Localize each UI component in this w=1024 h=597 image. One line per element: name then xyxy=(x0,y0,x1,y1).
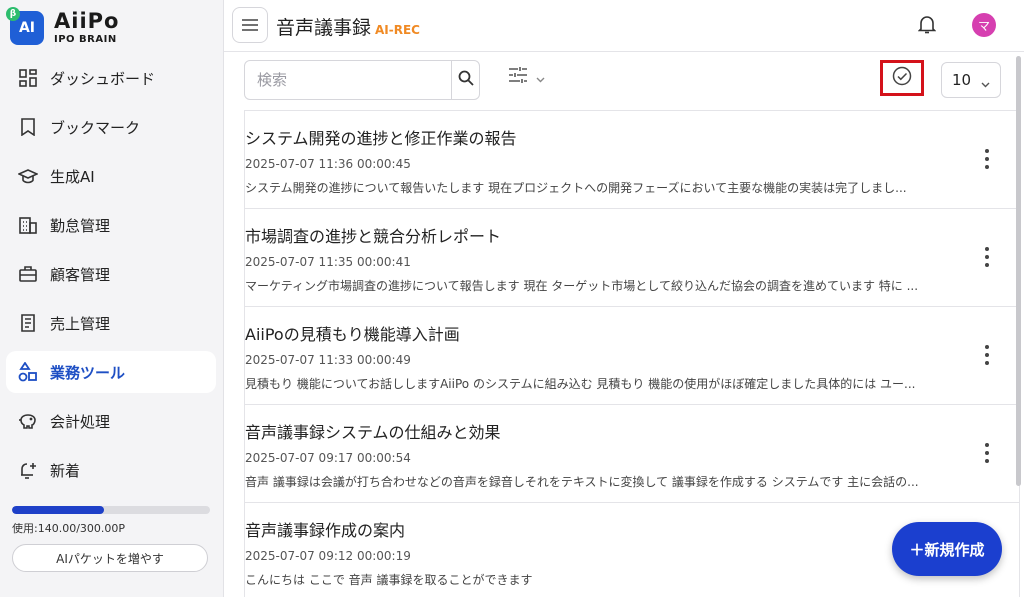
record-meta: 2025-07-07 11:35 00:00:41 xyxy=(245,255,411,269)
page-title: 音声議事録 AI-REC xyxy=(276,13,420,40)
sidebar-item-label: 勤怠管理 xyxy=(50,216,111,235)
dashboard-icon xyxy=(18,68,38,88)
sidebar-item-generative-ai[interactable]: 生成AI xyxy=(6,155,216,197)
record-list: システム開発の進捗と修正作業の報告 2025-07-07 11:36 00:00… xyxy=(244,110,1020,597)
sidebar-item-accounting[interactable]: 会計処理 xyxy=(6,400,216,442)
shapes-icon xyxy=(18,362,38,382)
record-summary: システム開発の進捗について報告いたします 現在プロジェクトへの開発フェーズにおい… xyxy=(245,181,907,195)
brand-sub: IPO BRAIN xyxy=(54,34,117,45)
graduation-cap-icon xyxy=(18,166,38,186)
sidebar-item-label: 会計処理 xyxy=(50,412,111,431)
top-header: 音声議事録 AI-REC マ xyxy=(224,0,1024,52)
logo-badge: β AI xyxy=(6,7,44,45)
menu-toggle-button[interactable] xyxy=(232,7,268,43)
hamburger-icon xyxy=(242,16,258,35)
more-options-icon[interactable] xyxy=(981,149,993,169)
search-box xyxy=(244,60,480,100)
record-meta: 2025-07-07 09:12 00:00:19 xyxy=(245,549,411,563)
notification-button[interactable] xyxy=(917,14,937,38)
chevron-down-icon xyxy=(981,74,990,92)
search-icon xyxy=(458,70,474,90)
list-scrollbar[interactable] xyxy=(1016,56,1022,597)
sidebar-item-label: 生成AI xyxy=(50,167,95,186)
record-meta: 2025-07-07 11:36 00:00:45 xyxy=(245,157,411,171)
search-button[interactable] xyxy=(451,61,479,99)
receipt-icon xyxy=(18,313,38,333)
sidebar-nav: ダッシュボード ブックマーク 生成AI 勤怠管理 顧客管理 売上管理 業務ツール… xyxy=(0,57,224,498)
sidebar: β AI AiiPo IPO BRAIN ダッシュボード ブックマーク 生成AI… xyxy=(0,0,224,597)
page-title-text: 音声議事録 xyxy=(276,17,372,39)
list-item[interactable]: システム開発の進捗と修正作業の報告 2025-07-07 11:36 00:00… xyxy=(245,111,1019,209)
record-meta: 2025-07-07 09:17 00:00:54 xyxy=(245,451,411,465)
select-mode-button[interactable] xyxy=(880,60,924,96)
usage-progress-bar xyxy=(12,506,210,514)
list-item[interactable]: 市場調査の進捗と競合分析レポート 2025-07-07 11:35 00:00:… xyxy=(245,209,1019,307)
sparkle-bell-icon xyxy=(18,460,38,480)
user-avatar[interactable]: マ xyxy=(972,13,996,37)
sidebar-item-label: 業務ツール xyxy=(50,363,126,382)
per-page-value: 10 xyxy=(952,71,972,89)
sidebar-item-dashboard[interactable]: ダッシュボード xyxy=(6,57,216,99)
list-item-content: システム開発の進捗と修正作業の報告 2025-07-07 11:36 00:00… xyxy=(245,125,955,196)
sidebar-item-label: 新着 xyxy=(50,461,81,480)
usage-panel: 使用:140.00/300.00P AIパケットを増やす xyxy=(12,506,210,572)
check-circle-icon xyxy=(892,66,912,90)
record-summary: マーケティング市場調査の進捗について報告します 現在 ターゲット市場として絞り込… xyxy=(245,279,919,293)
piggy-bank-icon xyxy=(18,411,38,431)
logo-badge-text: AI xyxy=(18,20,36,36)
logo[interactable]: β AI AiiPo IPO BRAIN xyxy=(6,7,119,48)
record-title: 市場調査の進捗と競合分析レポート xyxy=(245,227,502,246)
sidebar-item-label: ブックマーク xyxy=(50,118,141,137)
filter-button[interactable] xyxy=(508,66,545,88)
record-title: 音声議事録システムの仕組みと効果 xyxy=(245,423,501,442)
sidebar-item-label: 顧客管理 xyxy=(50,265,111,284)
bookmark-icon xyxy=(18,117,38,137)
list-item-content: 音声議事録作成の案内 2025-07-07 09:12 00:00:19 こんに… xyxy=(245,517,955,588)
sidebar-item-business-tools[interactable]: 業務ツール xyxy=(6,351,216,393)
page-title-tag: AI-REC xyxy=(375,23,420,37)
beta-badge: β xyxy=(6,7,20,21)
sidebar-item-news[interactable]: 新着 xyxy=(6,449,216,491)
logo-text: AiiPo IPO BRAIN xyxy=(54,11,119,45)
record-summary: こんにちは ここで 音声 議事録を取ることができます xyxy=(245,573,533,587)
more-options-icon[interactable] xyxy=(981,247,993,267)
briefcase-icon xyxy=(18,264,38,284)
record-title: システム開発の進捗と修正作業の報告 xyxy=(245,129,517,148)
list-item-content: AiiPoの見積もり機能導入計画 2025-07-07 11:33 00:00:… xyxy=(245,321,955,392)
scrollbar-thumb[interactable] xyxy=(1016,56,1021,486)
usage-text: 使用:140.00/300.00P xyxy=(12,522,126,535)
sidebar-item-bookmark[interactable]: ブックマーク xyxy=(6,106,216,148)
per-page-select[interactable]: 10 xyxy=(941,62,1001,98)
sidebar-item-label: 売上管理 xyxy=(50,314,111,333)
more-options-icon[interactable] xyxy=(981,443,993,463)
toolbar: 10 xyxy=(224,52,1024,110)
record-summary: 見積もり 機能についてお話ししますAiiPo のシステムに組み込む 見積もり 機… xyxy=(245,377,916,391)
record-summary: 音声 議事録は会議が打ち合わせなどの音声を録音しそれをテキストに変換して 議事録… xyxy=(245,475,919,489)
building-icon xyxy=(18,215,38,235)
record-meta: 2025-07-07 11:33 00:00:49 xyxy=(245,353,411,367)
search-input[interactable] xyxy=(245,61,451,99)
sidebar-item-label: ダッシュボード xyxy=(50,69,156,88)
brand-name: AiiPo xyxy=(54,9,120,33)
buy-ai-packet-button[interactable]: AIパケットを増やす xyxy=(12,544,208,572)
list-item[interactable]: 音声議事録システムの仕組みと効果 2025-07-07 09:17 00:00:… xyxy=(245,405,1019,503)
sidebar-item-sales[interactable]: 売上管理 xyxy=(6,302,216,344)
bell-icon xyxy=(917,16,937,38)
new-record-button[interactable]: ＋新規作成 xyxy=(892,522,1002,576)
usage-progress-fill xyxy=(12,506,105,514)
list-item-content: 音声議事録システムの仕組みと効果 2025-07-07 09:17 00:00:… xyxy=(245,419,955,490)
more-options-icon[interactable] xyxy=(981,345,993,365)
app-root: β AI AiiPo IPO BRAIN ダッシュボード ブックマーク 生成AI… xyxy=(0,0,1024,597)
record-title: 音声議事録作成の案内 xyxy=(245,521,406,540)
sidebar-item-attendance[interactable]: 勤怠管理 xyxy=(6,204,216,246)
chevron-down-icon xyxy=(536,68,545,87)
list-item[interactable]: AiiPoの見積もり機能導入計画 2025-07-07 11:33 00:00:… xyxy=(245,307,1019,405)
sidebar-item-customers[interactable]: 顧客管理 xyxy=(6,253,216,295)
list-item-content: 市場調査の進捗と競合分析レポート 2025-07-07 11:35 00:00:… xyxy=(245,223,955,294)
sliders-icon xyxy=(508,66,528,88)
record-title: AiiPoの見積もり機能導入計画 xyxy=(245,325,460,344)
